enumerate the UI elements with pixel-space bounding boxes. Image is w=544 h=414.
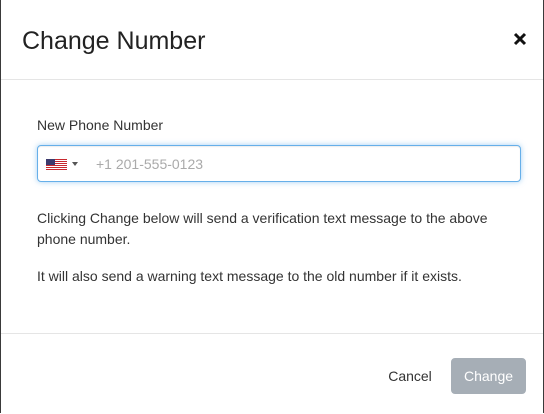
change-number-dialog: Change Number New Phone Number +1 201-55… [0,0,544,413]
us-flag-icon [46,159,67,170]
cancel-button[interactable]: Cancel [377,358,443,394]
chevron-down-icon [72,162,78,166]
phone-number-field [37,145,521,182]
dialog-body: New Phone Number Clicking Change below w… [1,80,543,333]
close-icon [513,32,527,46]
phone-number-label: New Phone Number [37,117,164,133]
warning-info-text: It will also send a warning text message… [37,268,462,284]
dialog-title: Change Number [22,27,206,55]
dialog-header: Change Number [1,0,543,80]
dialog-footer: Cancel Change [1,333,543,414]
close-button[interactable] [509,28,531,50]
phone-number-input[interactable] [96,147,506,180]
country-selector[interactable] [46,146,92,181]
verification-info-text: Clicking Change below will send a verifi… [37,210,488,247]
change-button[interactable]: Change [451,358,526,394]
